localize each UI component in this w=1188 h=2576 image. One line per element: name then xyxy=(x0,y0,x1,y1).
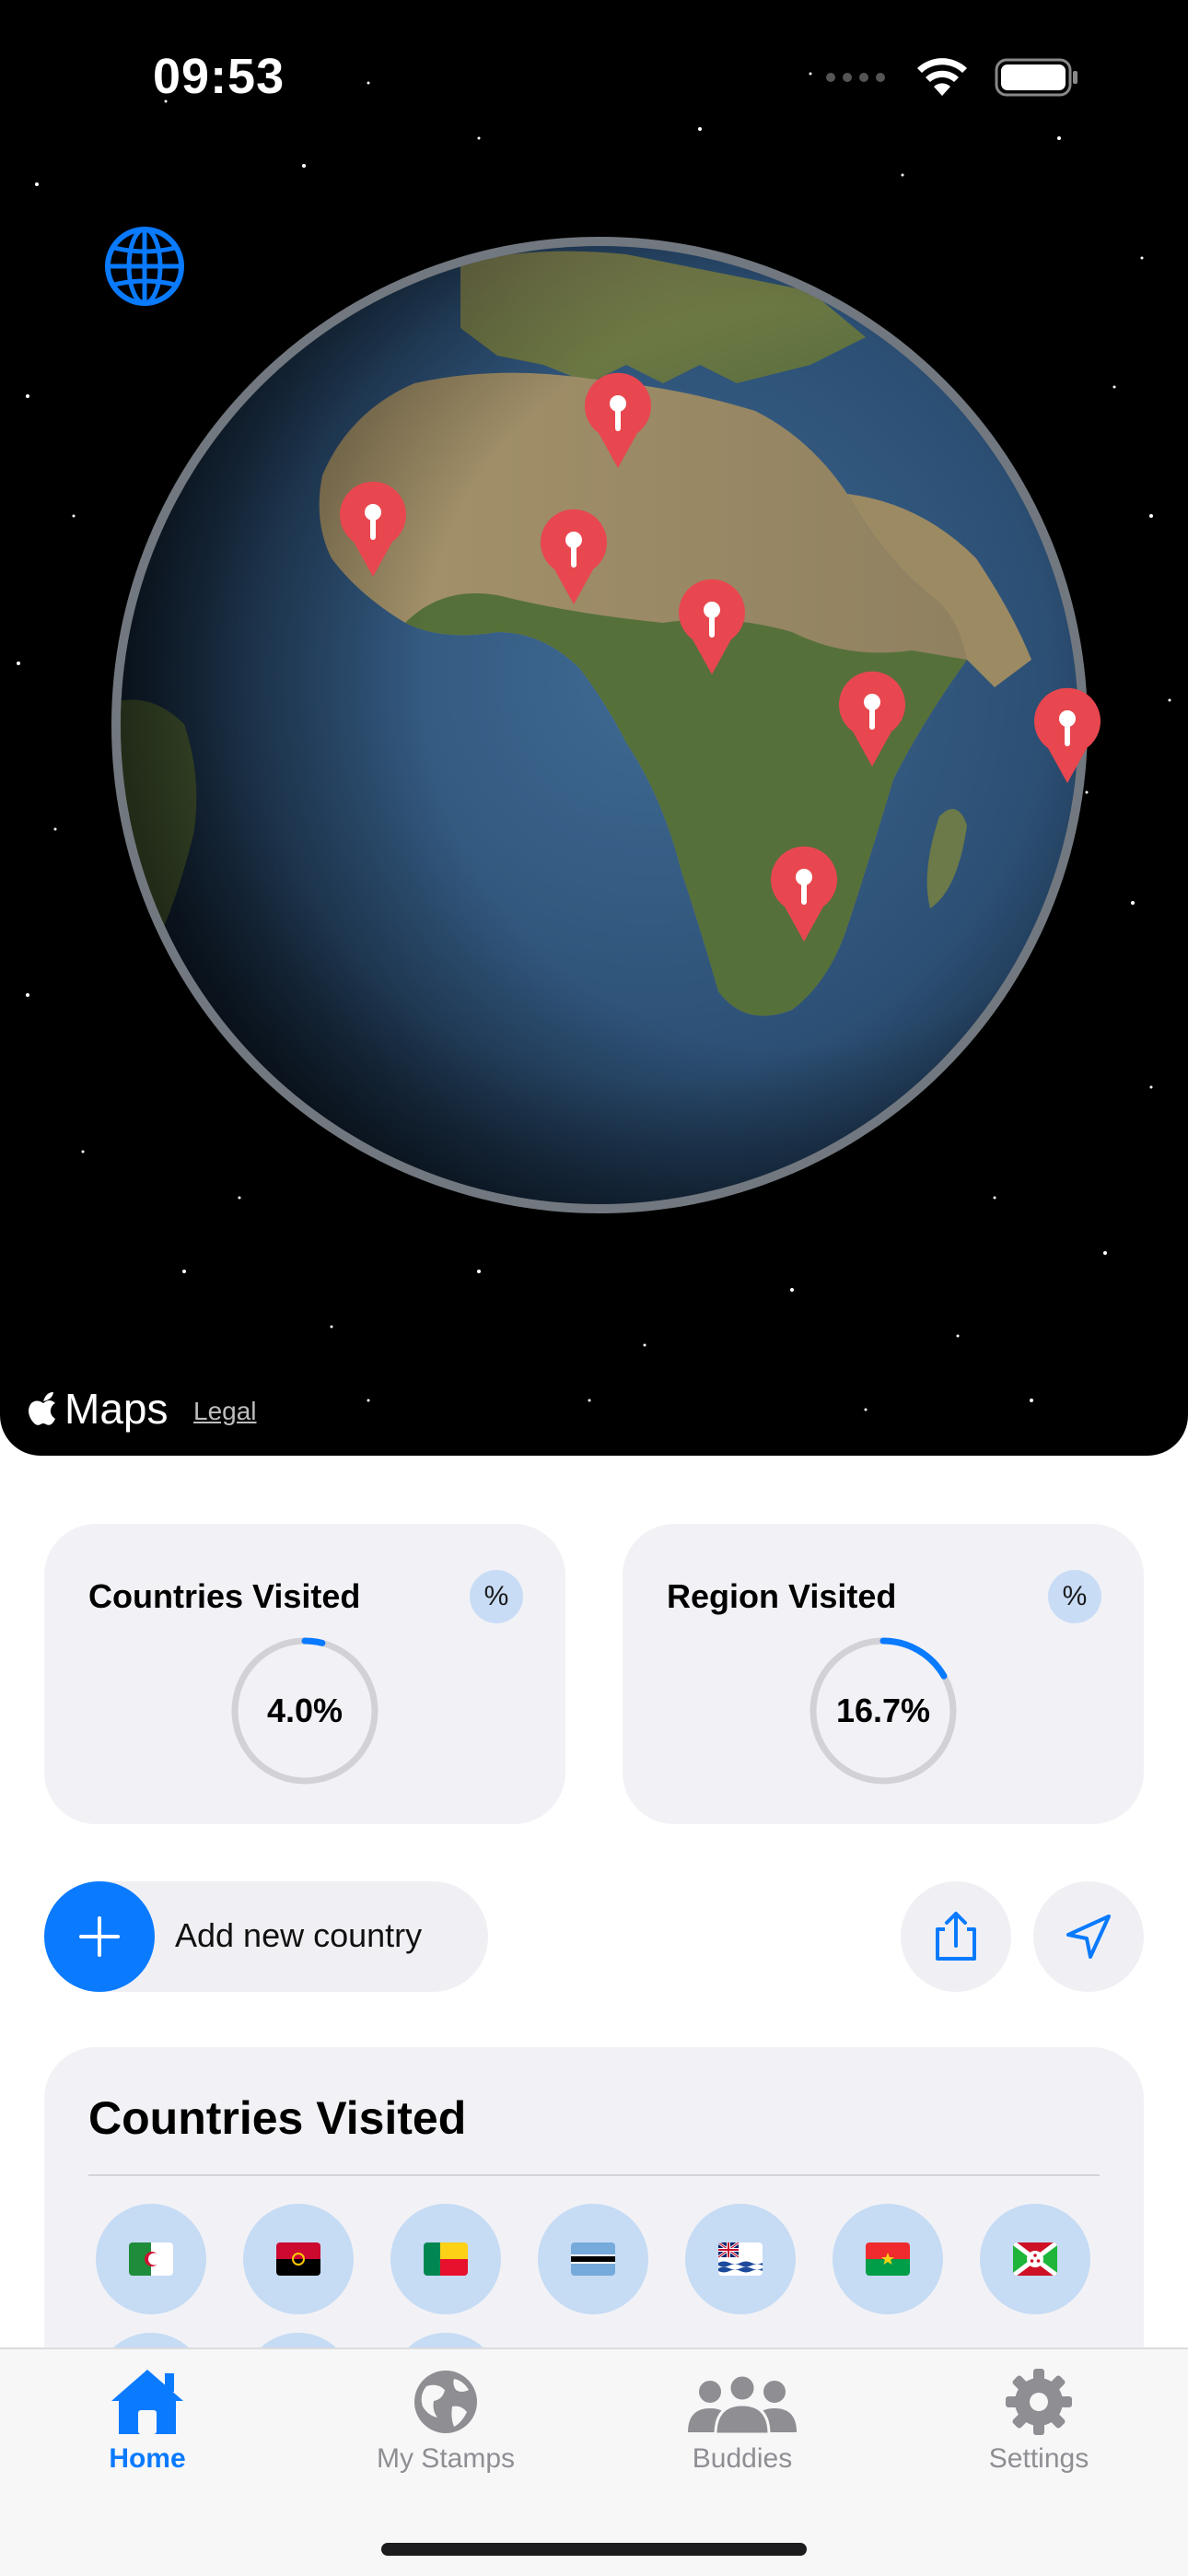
map-pin[interactable] xyxy=(833,669,912,770)
burundi-flag xyxy=(1013,2242,1057,2276)
apple-maps-logo: Maps xyxy=(28,1384,168,1434)
plus-icon xyxy=(79,1916,120,1957)
botswana-flag xyxy=(571,2242,615,2276)
country-flag-button[interactable] xyxy=(243,2204,354,2314)
countries-visited-heading: Countries Visited xyxy=(88,2092,467,2144)
home-indicator xyxy=(381,2543,807,2556)
tab-label: My Stamps xyxy=(376,2443,516,2474)
tab-label: Buddies xyxy=(692,2443,793,2474)
region-visited-card[interactable]: Region Visited % 16.7% xyxy=(623,1524,1144,1824)
british-indian-ocean-territory-flag xyxy=(718,2242,763,2276)
legal-link[interactable]: Legal xyxy=(193,1397,257,1426)
map-pin[interactable] xyxy=(578,370,658,472)
share-icon xyxy=(936,1912,976,1961)
map-pin[interactable] xyxy=(1028,685,1107,787)
region-visited-title: Region Visited xyxy=(667,1577,897,1615)
tab-label: Home xyxy=(109,2443,186,2474)
battery-icon xyxy=(995,58,1077,97)
country-flag-button[interactable] xyxy=(685,2204,796,2314)
tab-my-stamps[interactable]: My Stamps xyxy=(344,2366,547,2504)
apple-icon xyxy=(29,1392,55,1425)
tab-label: Settings xyxy=(988,2443,1089,2474)
benin-flag xyxy=(424,2242,468,2276)
location-arrow-icon xyxy=(1066,1914,1111,1959)
wifi-icon xyxy=(917,58,967,96)
status-time: 09:53 xyxy=(153,49,285,104)
people-icon xyxy=(688,2373,797,2436)
add-new-country-label: Add new country xyxy=(175,1916,423,1954)
countries-visited-percent: 4.0% xyxy=(266,1692,344,1729)
tab-settings[interactable]: Settings xyxy=(938,2366,1140,2504)
gear-icon xyxy=(1006,2369,1072,2435)
region-visited-percent: 16.7% xyxy=(835,1692,931,1729)
angola-flag xyxy=(276,2242,320,2276)
add-new-country-button[interactable]: Add new country xyxy=(44,1881,488,1992)
percent-badge[interactable]: % xyxy=(1048,1570,1101,1623)
divider xyxy=(88,2174,1100,2176)
map-pin[interactable] xyxy=(672,577,751,678)
country-flag-button[interactable] xyxy=(833,2204,943,2314)
map-pin[interactable] xyxy=(764,844,844,945)
percent-badge[interactable]: % xyxy=(470,1570,523,1623)
tab-bar: Home My Stamps Buddies Settings xyxy=(0,2348,1188,2576)
status-icons xyxy=(825,57,1079,98)
locate-button[interactable] xyxy=(1033,1881,1144,1992)
countries-visited-card[interactable]: Countries Visited % 4.0% xyxy=(44,1524,565,1824)
globe-icon xyxy=(414,2371,477,2433)
house-icon xyxy=(111,2370,183,2434)
add-circle[interactable] xyxy=(44,1881,155,1992)
country-flag-button[interactable] xyxy=(390,2204,501,2314)
algeria-flag xyxy=(129,2242,173,2276)
burkina-faso-flag xyxy=(866,2242,910,2276)
share-button[interactable] xyxy=(901,1881,1011,1992)
countries-visited-title: Countries Visited xyxy=(88,1577,361,1615)
tab-home[interactable]: Home xyxy=(46,2366,249,2504)
maps-brand-label: Maps xyxy=(64,1385,169,1433)
globe-map[interactable]: 09:53 Maps Legal xyxy=(0,0,1188,1456)
map-pin[interactable] xyxy=(333,479,413,580)
map-pin[interactable] xyxy=(534,507,613,608)
cellular-icon xyxy=(826,73,885,82)
country-flag-button[interactable] xyxy=(96,2204,206,2314)
country-flag-button[interactable] xyxy=(980,2204,1090,2314)
country-flag-button[interactable] xyxy=(538,2204,648,2314)
tab-buddies[interactable]: Buddies xyxy=(641,2366,844,2504)
